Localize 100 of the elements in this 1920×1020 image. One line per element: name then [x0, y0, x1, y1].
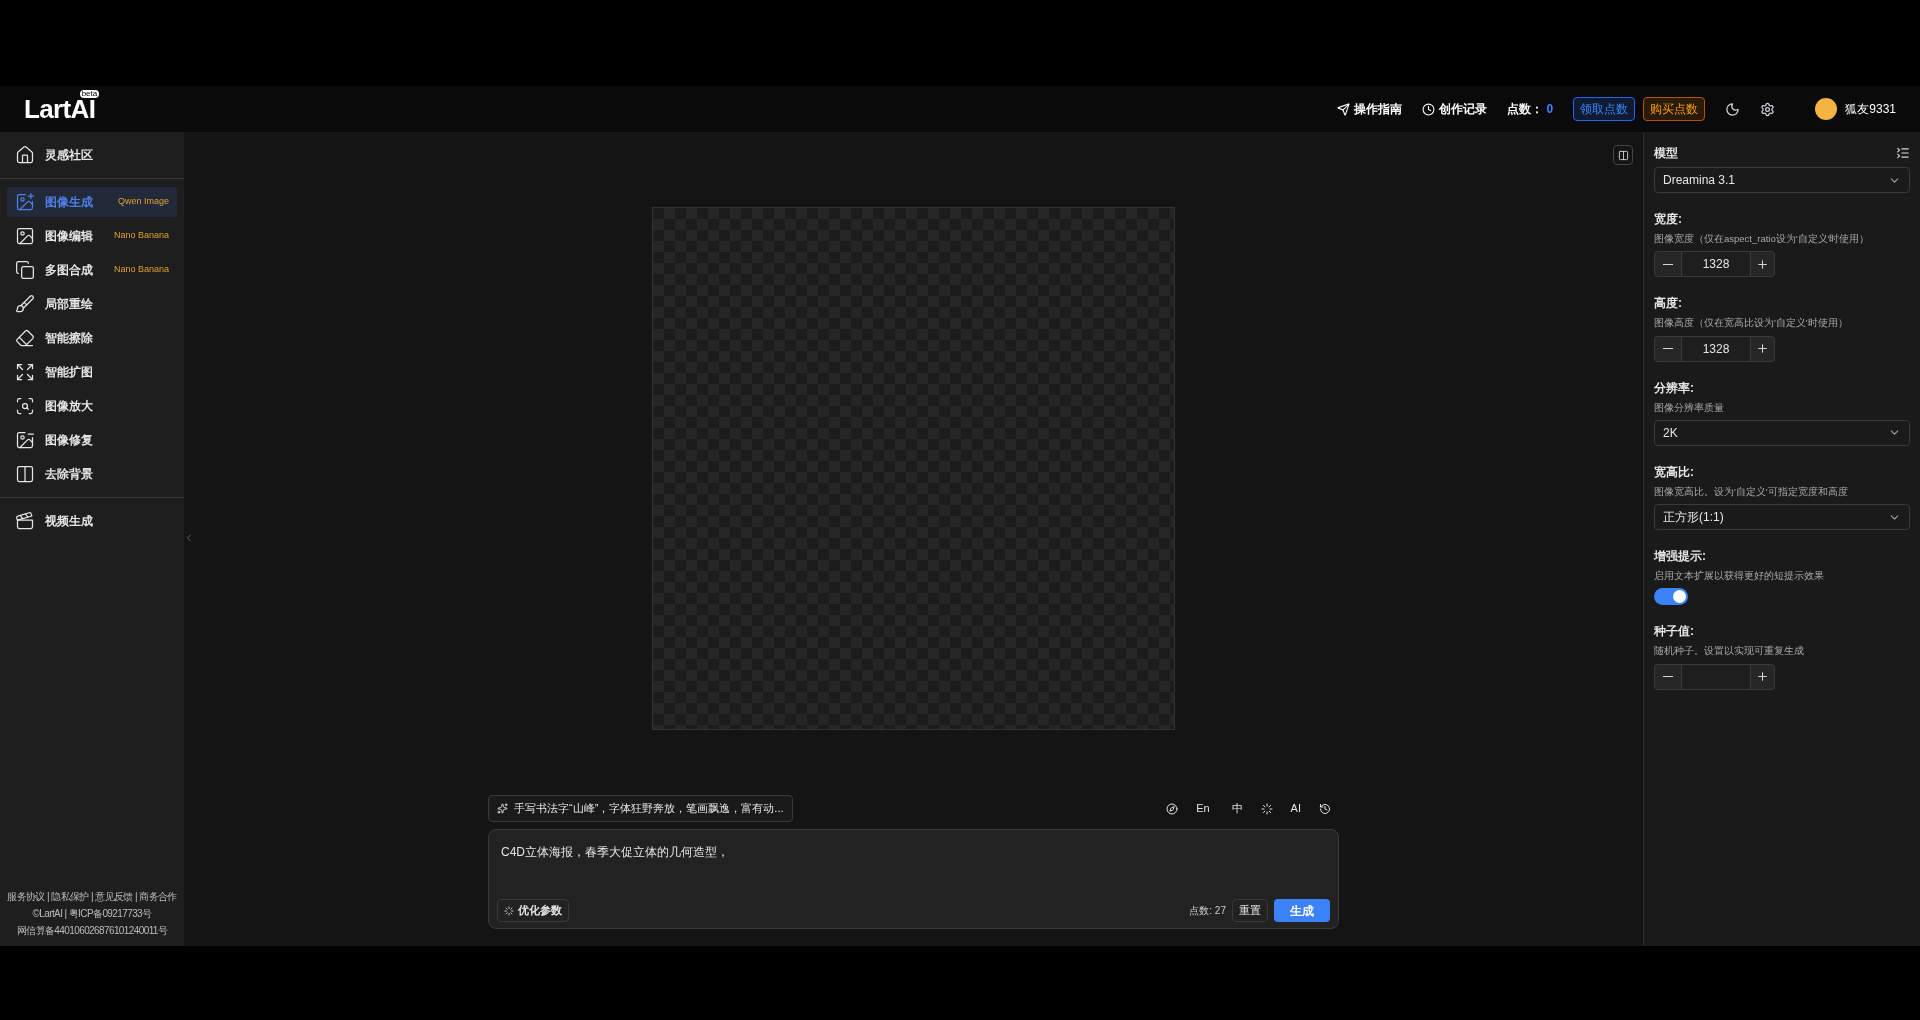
- compass-icon[interactable]: [1166, 802, 1179, 815]
- select-field[interactable]: Dreamina 3.1: [1654, 167, 1910, 193]
- number-field[interactable]: 1328: [1682, 335, 1750, 362]
- select-field[interactable]: 2K: [1654, 419, 1910, 446]
- sparkle-icon: [497, 803, 508, 814]
- expand-icon: [15, 362, 35, 382]
- footer-text: 服务协议 | 隐私保护 | 意见反馈 | 商务合作: [7, 890, 177, 904]
- setting-description: 图像宽度（仅在aspect_ratio设为'自定义'时使用）: [1654, 232, 1871, 246]
- number-field[interactable]: 1328: [1682, 251, 1750, 278]
- menu-icon[interactable]: [1896, 146, 1910, 160]
- image-plus-icon: [15, 192, 35, 212]
- suggestion-chip[interactable]: 手写书法字“山峰”，字体狂野奔放，笔画飘逸，富有动...: [488, 795, 793, 822]
- eraser-icon: [15, 328, 35, 348]
- points-cost: 点数: 27: [1189, 904, 1226, 918]
- minus-icon: [1663, 263, 1673, 265]
- setting-description: 图像宽高比。设为'自定义'可指定宽度和高度: [1654, 484, 1849, 499]
- prompt-tool-button[interactable]: En: [1192, 800, 1214, 817]
- setting-label: 增强提示:: [1654, 548, 1706, 565]
- sidebar-item[interactable]: 智能扩图: [7, 357, 177, 387]
- prompt-tool-button[interactable]: 中: [1227, 800, 1247, 817]
- split-panel-icon: [1617, 149, 1629, 161]
- sidebar-label: 图像放大: [45, 398, 93, 415]
- buy-points-button[interactable]: 购买点数: [1643, 97, 1706, 121]
- select-field[interactable]: 正方形(1:1): [1654, 504, 1910, 530]
- history-icon[interactable]: [1319, 802, 1331, 815]
- sidebar-item[interactable]: 图像放大: [7, 391, 177, 421]
- brush-icon: [15, 294, 35, 314]
- sidebar-item[interactable]: 多图合成 Nano Banana: [7, 255, 177, 285]
- points-value: 0: [1546, 101, 1554, 118]
- split-panel-icon: [15, 464, 35, 484]
- claim-points-button[interactable]: 领取点数: [1573, 97, 1636, 121]
- sidebar-item[interactable]: 视频生成: [7, 506, 177, 536]
- generate-button[interactable]: 生成: [1274, 899, 1330, 922]
- beta-badge: beta: [79, 90, 100, 98]
- plus-icon: [1756, 342, 1769, 355]
- plus-icon: [1756, 670, 1769, 683]
- prompt-box[interactable]: C4D立体海报，春季大促立体的几何造型， 优化参数 点数: 27 重置 生成: [488, 829, 1339, 929]
- setting-description: 图像高度（仅在宽高比设为'自定义'时使用）: [1654, 316, 1849, 331]
- toggle-switch[interactable]: [1654, 588, 1688, 606]
- points-label: 点数：: [1506, 101, 1543, 118]
- zoom-icon: [15, 396, 35, 416]
- sidebar-item[interactable]: 图像生成 Qwen Image: [7, 187, 177, 217]
- sidebar-item[interactable]: 智能擦除: [7, 323, 177, 353]
- setting-label: 高度:: [1654, 295, 1682, 313]
- setting-label: 种子值:: [1654, 623, 1694, 641]
- increment-button[interactable]: [1750, 335, 1775, 362]
- send-icon: [1336, 102, 1350, 116]
- plus-icon: [1756, 257, 1769, 271]
- increment-button[interactable]: [1750, 663, 1775, 690]
- dark-mode-icon[interactable]: [1725, 101, 1741, 117]
- video-icon: [15, 511, 35, 531]
- model-tag: Qwen Image: [117, 195, 169, 209]
- sidebar-label: 图像修复: [45, 432, 93, 449]
- header-link[interactable]: 操作指南: [1336, 100, 1402, 118]
- image-wrench-icon: [15, 430, 35, 450]
- sidebar-label: 视频生成: [45, 513, 93, 530]
- reset-button[interactable]: 重置: [1232, 899, 1268, 922]
- sidebar-label: 灵感社区: [45, 147, 93, 164]
- sidebar-label: 图像编辑: [45, 228, 93, 245]
- prompt-text: C4D立体海报，春季大促立体的几何造型，: [500, 845, 730, 859]
- setting-label: 模型: [1654, 145, 1678, 162]
- model-tag: Nano Banana: [113, 263, 169, 277]
- setting-label: 分辨率:: [1654, 379, 1694, 397]
- spinner-icon: [504, 905, 514, 916]
- minus-icon: [1663, 675, 1673, 678]
- username[interactable]: 狐友9331: [1845, 100, 1896, 118]
- sidebar-item[interactable]: 图像编辑 Nano Banana: [7, 221, 177, 251]
- minus-icon: [1663, 347, 1673, 350]
- clock-icon: [1421, 102, 1435, 116]
- sidebar-label: 局部重绘: [45, 296, 93, 313]
- number-field[interactable]: [1682, 663, 1750, 690]
- image-icon: [15, 226, 35, 246]
- footer-text: 网信算备440106026876101240011号: [16, 924, 168, 938]
- setting-description: 启用文本扩展以获得更好的短提示效果: [1654, 569, 1825, 583]
- prompt-tool-button[interactable]: AI: [1286, 800, 1305, 817]
- home-icon: [15, 145, 35, 165]
- increment-button[interactable]: [1750, 251, 1775, 278]
- sidebar-label: 图像生成: [45, 194, 93, 211]
- sidebar-item[interactable]: 灵感社区: [7, 140, 177, 170]
- sidebar-label: 多图合成: [45, 262, 93, 279]
- sidebar-label: 智能擦除: [45, 330, 93, 347]
- setting-description: 图像分辨率质量: [1654, 400, 1725, 415]
- layout-toggle-button[interactable]: [1613, 145, 1633, 165]
- logo[interactable]: LartAI: [24, 96, 96, 122]
- sidebar-label: 去除背景: [45, 466, 93, 483]
- sidebar-item[interactable]: 局部重绘: [7, 289, 177, 319]
- header-link[interactable]: 创作记录: [1421, 100, 1487, 118]
- stacked-squares-icon: [15, 260, 35, 280]
- model-tag: Nano Banana: [113, 229, 169, 243]
- sidebar-label: 智能扩图: [45, 364, 93, 381]
- settings-icon[interactable]: [1760, 101, 1776, 117]
- setting-label: 宽高比:: [1654, 463, 1694, 481]
- optimize-button[interactable]: 优化参数: [497, 899, 569, 922]
- sidebar-item[interactable]: 图像修复: [7, 425, 177, 455]
- setting-label: 宽度:: [1654, 211, 1682, 228]
- avatar[interactable]: [1815, 98, 1838, 120]
- spinner-icon[interactable]: [1260, 802, 1273, 815]
- footer-text: ©LartAI | 粤ICP备09217733号: [32, 907, 152, 921]
- sidebar-item[interactable]: 去除背景: [7, 459, 177, 489]
- setting-description: 随机种子。设置以实现可重复生成: [1654, 644, 1805, 659]
